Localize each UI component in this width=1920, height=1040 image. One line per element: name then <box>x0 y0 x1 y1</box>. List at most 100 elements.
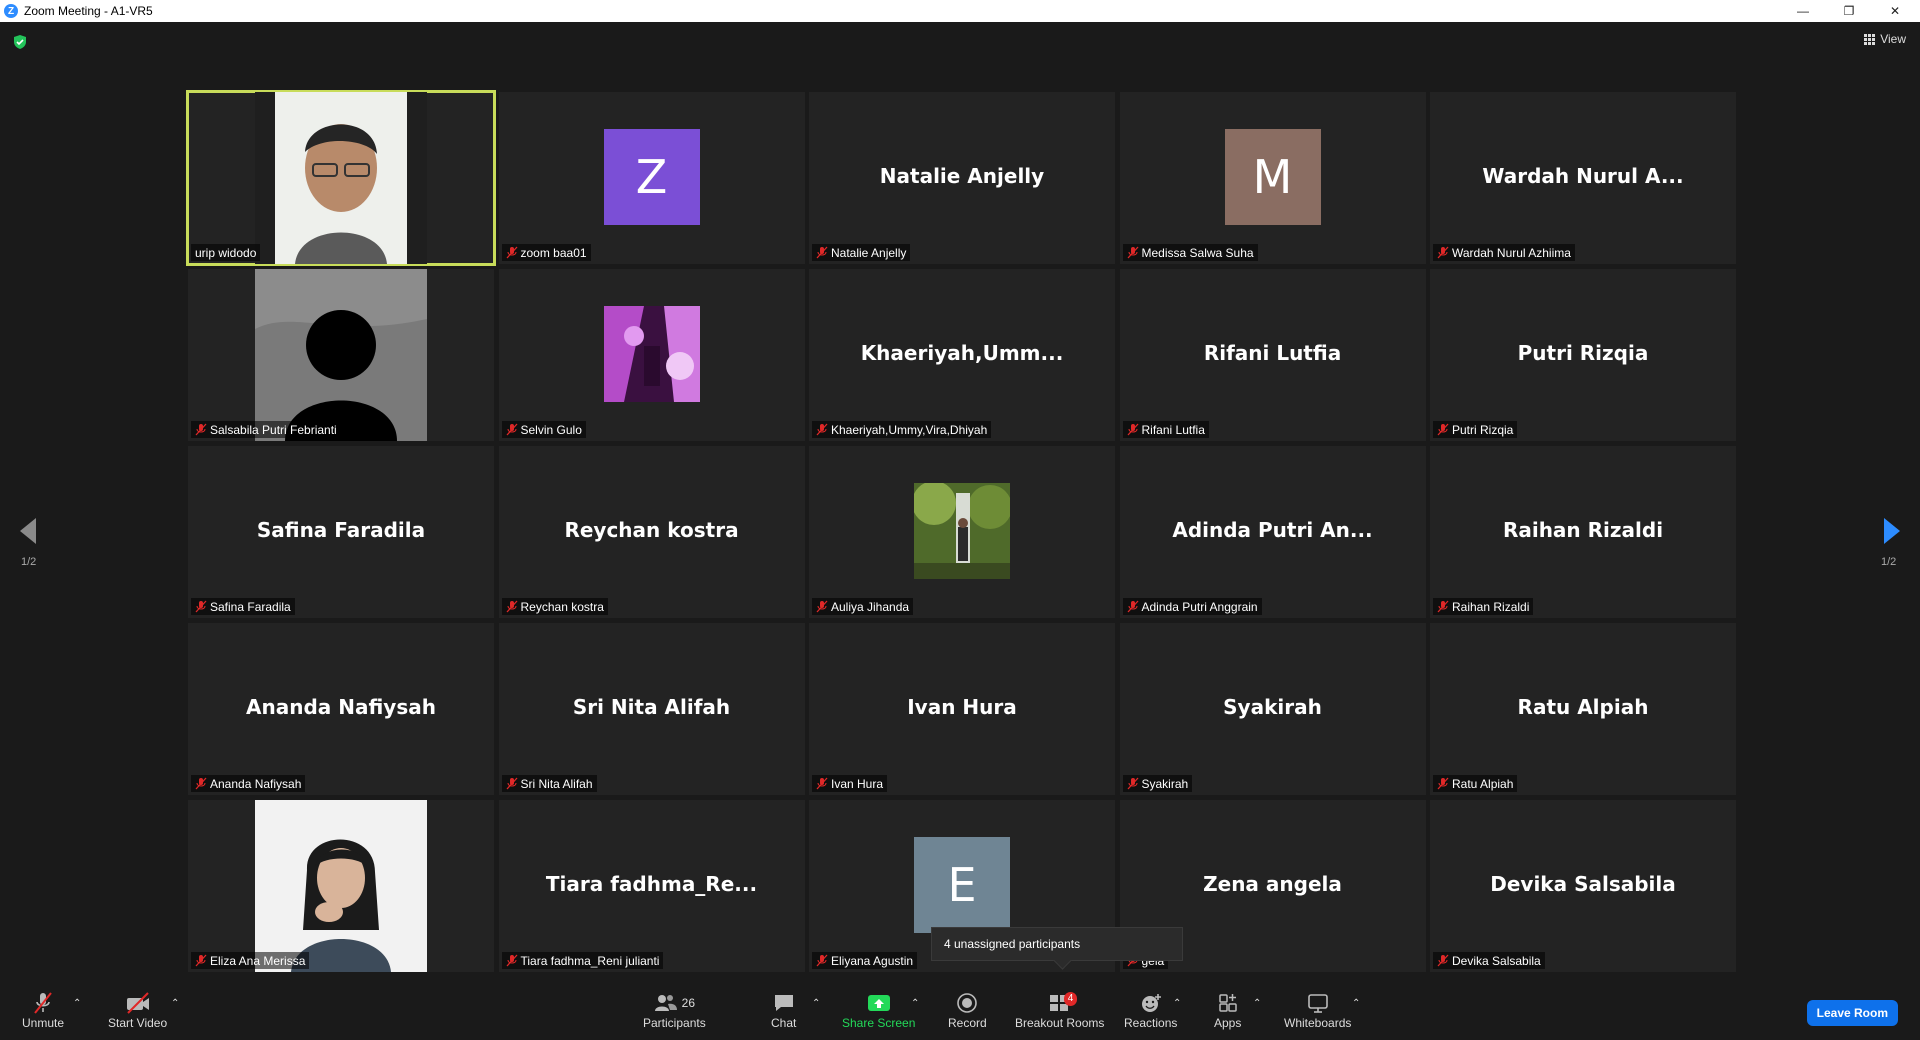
participant-tile[interactable]: Tiara fadhma_Re... Tiara fadhma_Reni juli… <box>498 800 805 972</box>
participant-name: zoom baa01 <box>520 245 587 260</box>
participant-name-label: Auliya Jihanda <box>812 598 914 615</box>
muted-mic-icon <box>506 423 517 436</box>
muted-mic-icon <box>816 423 828 436</box>
chat-icon <box>774 995 793 1011</box>
whiteboards-options-caret-icon[interactable]: ⌃ <box>1352 998 1360 1009</box>
participant-tile[interactable]: Raihan Rizaldi Raihan Rizaldi <box>1430 446 1736 618</box>
participant-name-label: Natalie Anjelly <box>812 244 911 261</box>
muted-mic-icon <box>506 777 517 790</box>
apps-button[interactable]: Apps <box>1214 990 1241 1030</box>
participant-name: Ratu Alpiah <box>1452 776 1514 791</box>
participant-display-name: Safina Faradila <box>256 518 426 542</box>
participant-display-name: Wardah Nurul A... <box>1482 164 1684 188</box>
share-screen-button[interactable]: Share Screen <box>842 990 915 1030</box>
chat-options-caret-icon[interactable]: ⌃ <box>812 998 820 1009</box>
breakout-rooms-button[interactable]: 4 Breakout Rooms <box>1015 990 1104 1030</box>
participants-button[interactable]: 26 Participants <box>643 990 706 1030</box>
muted-mic-icon <box>506 954 517 967</box>
participant-name-label: Raihan Rizaldi <box>1433 598 1534 615</box>
participant-tile[interactable]: Natalie Anjelly Natalie Anjelly <box>809 92 1115 264</box>
participant-name-label: Ratu Alpiah <box>1433 775 1518 792</box>
muted-mic-icon <box>195 777 207 790</box>
participant-name: Adinda Putri Anggrain <box>1141 599 1258 614</box>
participant-tile[interactable]: Syakirah Syakirah <box>1119 623 1426 795</box>
participant-display-name: Adinda Putri An... <box>1172 518 1373 542</box>
participant-tile[interactable]: Auliya Jihanda <box>809 446 1115 618</box>
unassigned-participants-tooltip: 4 unassigned participants <box>931 927 1183 961</box>
participant-tile[interactable]: Reychan kostra Reychan kostra <box>498 446 805 618</box>
participant-tile[interactable]: Salsabila Putri Febrianti <box>188 269 494 441</box>
participant-tile[interactable]: Ivan Hura Ivan Hura <box>809 623 1115 795</box>
muted-mic-icon <box>1437 777 1449 790</box>
participant-name: Natalie Anjelly <box>831 245 907 260</box>
participant-tile[interactable]: Ratu Alpiah Ratu Alpiah <box>1430 623 1736 795</box>
next-page-arrow-icon[interactable] <box>1880 516 1904 546</box>
participant-profile-picture <box>603 306 700 402</box>
zoom-logo-icon: Z <box>4 4 18 18</box>
muted-mic-icon <box>1437 954 1449 967</box>
share-options-caret-icon[interactable]: ⌃ <box>911 998 919 1009</box>
participant-tile[interactable]: Rifani Lutfia Rifani Lutfia <box>1119 269 1426 441</box>
meeting-toolbar: Unmute ⌃ Start Video ⌃ 26 Participants C… <box>0 978 1920 1040</box>
participant-tile[interactable]: Wardah Nurul A... Wardah Nurul Azhiima <box>1430 92 1736 264</box>
start-video-button[interactable]: Start Video <box>108 990 167 1030</box>
participant-name-label: Sri Nita Alifah <box>501 775 597 792</box>
security-shield-icon[interactable] <box>12 34 28 50</box>
whiteboards-button[interactable]: Whiteboards <box>1284 990 1351 1030</box>
participant-video <box>255 92 427 264</box>
video-options-caret-icon[interactable]: ⌃ <box>171 998 179 1009</box>
reactions-button[interactable]: Reactions <box>1124 990 1177 1030</box>
participant-name-label: Devika Salsabila <box>1433 952 1545 969</box>
muted-mic-icon <box>195 600 207 613</box>
record-label: Record <box>948 1016 987 1030</box>
participant-name-label: Putri Rizqia <box>1433 421 1518 438</box>
participant-name: Ivan Hura <box>831 776 884 791</box>
participant-name: Salsabila Putri Febrianti <box>210 422 337 437</box>
minimize-icon[interactable]: — <box>1780 0 1826 22</box>
apps-label: Apps <box>1214 1016 1242 1030</box>
participant-tile[interactable]: Safina Faradila Safina Faradila <box>188 446 494 618</box>
window-title: Zoom Meeting - A1-VR5 <box>24 4 153 18</box>
unmute-button[interactable]: Unmute <box>22 990 64 1030</box>
restore-icon[interactable]: ❐ <box>1826 0 1872 22</box>
participant-name-label: Khaeriyah,Ummy,Vira,Dhiyah <box>812 421 992 438</box>
participant-tile[interactable]: Eliza Ana Merissa <box>188 800 494 972</box>
previous-page-arrow-icon[interactable] <box>16 516 40 546</box>
participant-tile[interactable]: Sri Nita Alifah Sri Nita Alifah <box>498 623 805 795</box>
apps-options-caret-icon[interactable]: ⌃ <box>1253 998 1261 1009</box>
muted-mic-icon <box>506 600 517 613</box>
participant-name: Reychan kostra <box>520 599 604 614</box>
participant-tile[interactable]: Adinda Putri An... Adinda Putri Anggrain <box>1119 446 1426 618</box>
participant-tile[interactable]: Ananda Nafiysah Ananda Nafiysah <box>188 623 494 795</box>
participant-name: Eliyana Agustin <box>831 953 914 968</box>
participant-name-label: Adinda Putri Anggrain <box>1122 598 1262 615</box>
participant-tile[interactable]: Devika Salsabila Devika Salsabila <box>1430 800 1736 972</box>
participant-name-label: urip widodo <box>191 244 261 261</box>
close-icon[interactable]: ✕ <box>1872 0 1918 22</box>
muted-mic-icon <box>1437 246 1449 259</box>
participant-profile-picture <box>255 269 427 441</box>
participant-tile[interactable]: urip widodo <box>186 90 496 266</box>
chat-button[interactable]: Chat <box>771 990 796 1030</box>
participant-display-name: Ratu Alpiah <box>1517 695 1649 719</box>
participant-name: Auliya Jihanda <box>831 599 910 614</box>
participant-tile[interactable]: Zzoom baa01 <box>498 92 805 264</box>
participant-tile[interactable]: Khaeriyah,Umm... Khaeriyah,Ummy,Vira,Dhiy… <box>809 269 1115 441</box>
participant-display-name: Reychan kostra <box>564 518 739 542</box>
record-button[interactable]: Record <box>948 990 987 1030</box>
participant-name-label: Syakirah <box>1122 775 1193 792</box>
participant-name: Syakirah <box>1141 776 1189 791</box>
reactions-options-caret-icon[interactable]: ⌃ <box>1173 998 1181 1009</box>
view-button[interactable]: View <box>1864 32 1906 46</box>
participant-name: Putri Rizqia <box>1452 422 1514 437</box>
audio-options-caret-icon[interactable]: ⌃ <box>73 998 81 1009</box>
participant-display-name: Natalie Anjelly <box>879 164 1045 188</box>
participant-tile[interactable]: Putri Rizqia Putri Rizqia <box>1430 269 1736 441</box>
participant-name: urip widodo <box>195 245 257 260</box>
chat-label: Chat <box>771 1016 797 1030</box>
participant-tile[interactable]: M Medissa Salwa Suha <box>1119 92 1426 264</box>
participant-tile[interactable]: Selvin Gulo <box>498 269 805 441</box>
leave-room-button[interactable]: Leave Room <box>1806 1000 1898 1026</box>
participant-display-name: Devika Salsabila <box>1490 872 1676 896</box>
reactions-icon <box>1141 994 1161 1012</box>
